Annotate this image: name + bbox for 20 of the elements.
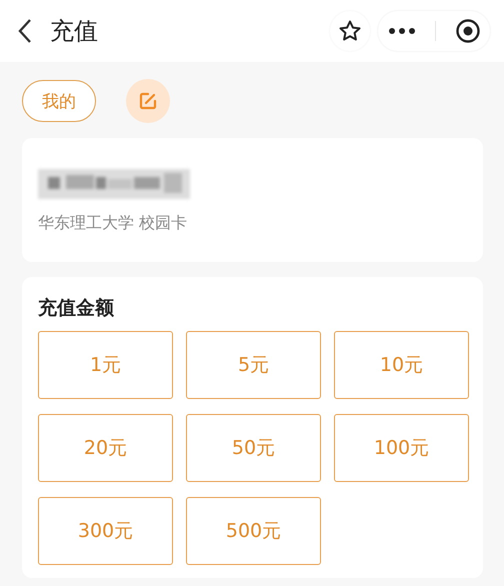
tab[interactable]: 我的 <box>22 80 96 122</box>
amount-option[interactable]: 5元 <box>186 331 321 399</box>
more-button[interactable] <box>388 27 416 35</box>
edit-icon <box>138 91 158 111</box>
amount-option[interactable]: 50元 <box>186 414 321 482</box>
star-icon <box>338 19 362 43</box>
target-icon <box>454 18 480 44</box>
favorite-button[interactable] <box>330 11 370 51</box>
card-name: 华东理工大学 校园卡 <box>38 213 188 234</box>
amount-option[interactable]: 500元 <box>186 497 321 565</box>
page-title: 充值 <box>50 16 98 47</box>
amount-option[interactable]: 20元 <box>38 414 173 482</box>
section-title: 充值金额 <box>38 296 115 321</box>
back-icon[interactable] <box>18 18 32 44</box>
amount-option[interactable]: 10元 <box>334 331 469 399</box>
close-button[interactable] <box>454 18 480 44</box>
amount-option[interactable]: 300元 <box>38 497 173 565</box>
amount-option[interactable]: 100元 <box>334 414 469 482</box>
more-icon <box>388 27 416 35</box>
amount-option[interactable]: 1元 <box>38 331 173 399</box>
